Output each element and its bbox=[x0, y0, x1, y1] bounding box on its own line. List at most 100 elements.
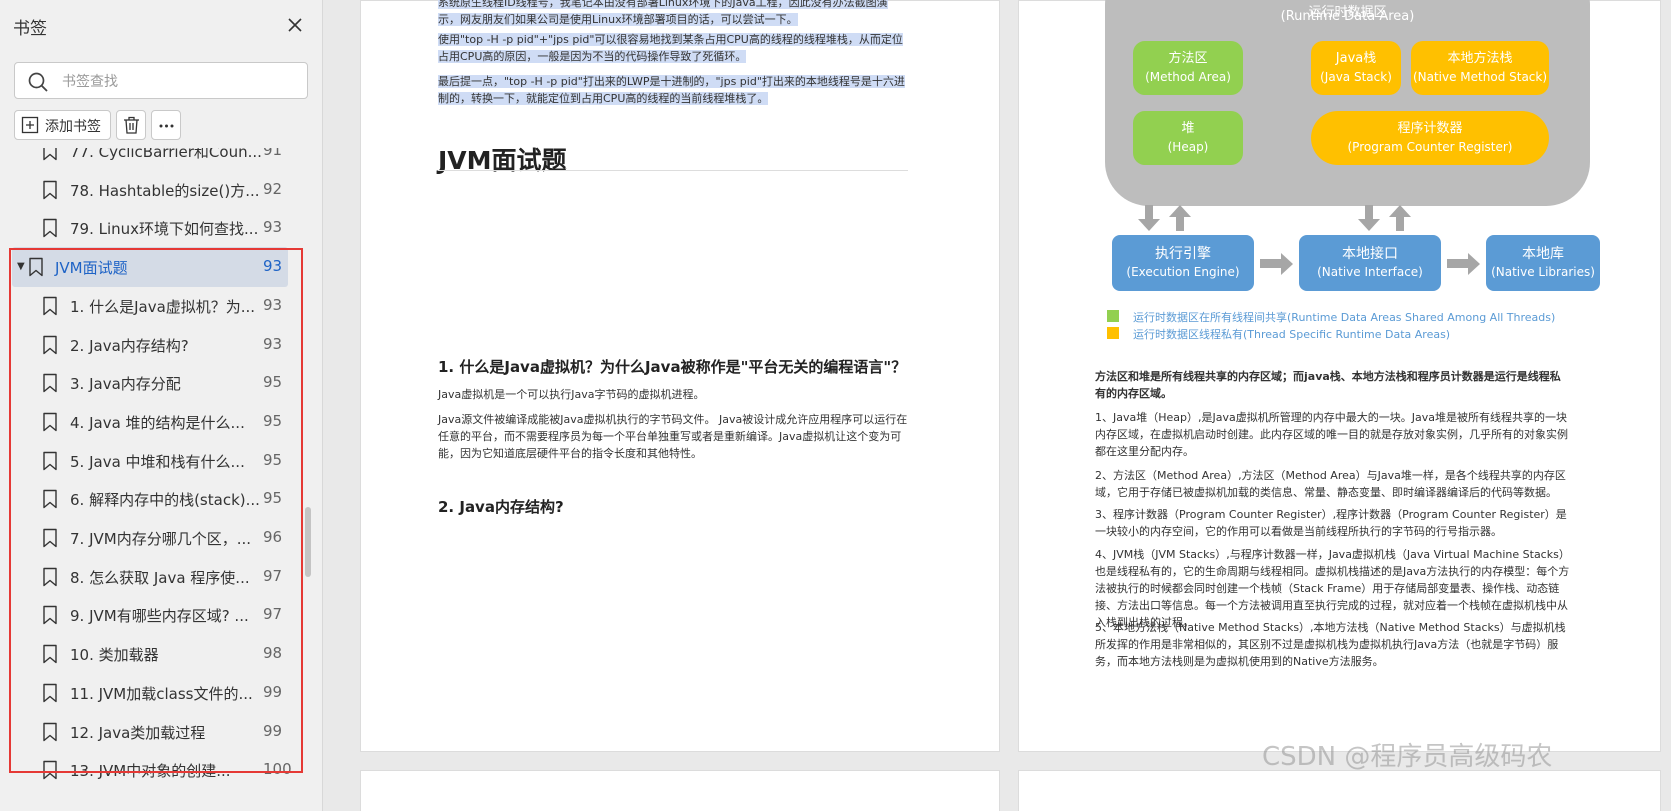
paragraph: 最后提一点，"top -H -p pid"打出来的LWP是十进制的，"jps p… bbox=[438, 75, 905, 105]
bookmark-title: 7. JVM内存分哪几个区，... bbox=[70, 530, 252, 548]
paragraph: 2、方法区（Method Area）,方法区（Method Area）与Java… bbox=[1095, 469, 1566, 499]
bookmark-icon bbox=[42, 373, 58, 393]
arrow-up bbox=[1176, 217, 1184, 231]
bookmark-title: 10. 类加载器 bbox=[70, 646, 159, 665]
bookmark-item[interactable]: 78. Hashtable的size()方... 92 bbox=[0, 170, 310, 210]
bookmark-icon bbox=[42, 335, 58, 355]
paragraph: Java虚拟机是一个可以执行Java字节码的虚拟机进程。 bbox=[438, 388, 705, 401]
arrow-up-head bbox=[1169, 205, 1191, 217]
bookmark-page: 96 bbox=[263, 528, 283, 546]
arrow-right bbox=[1447, 259, 1469, 268]
area-title-en: (Runtime Data Area) bbox=[1280, 9, 1415, 24]
bookmark-title: JVM面试题 bbox=[55, 259, 128, 278]
add-bookmark-label: 添加书签 bbox=[45, 119, 101, 135]
expand-arrow-icon[interactable]: ▼ bbox=[17, 261, 25, 272]
arrow-up bbox=[1396, 217, 1404, 231]
bookmark-item[interactable]: 13. JVM中对象的创建... 100 bbox=[0, 750, 310, 790]
bookmark-title: 5. Java 中堆和栈有什么... bbox=[70, 452, 245, 471]
panel-title: 书签 bbox=[13, 19, 47, 39]
paragraph: Java源文件被编译成能被Java虚拟机执行的字节码文件。 Java被设计成允许… bbox=[438, 413, 908, 460]
runtime-data-area: 运行时数据区 (Runtime Data Area) bbox=[1105, 0, 1590, 206]
sidebar-scrollbar[interactable] bbox=[305, 507, 311, 577]
bookmark-item[interactable]: 77. CyclicBarrier和Coun... 91 bbox=[0, 148, 310, 171]
summary-paragraph: 方法区和堆是所有线程共享的内存区域；而java栈、本地方法栈和程序员计数器是运行… bbox=[1095, 370, 1561, 400]
bookmark-item[interactable]: 3. Java内存分配 95 bbox=[0, 363, 310, 403]
bookmark-page: 98 bbox=[263, 644, 283, 663]
bookmark-icon bbox=[42, 567, 58, 587]
bookmark-page: 99 bbox=[263, 721, 283, 740]
close-icon[interactable] bbox=[284, 14, 306, 36]
bookmark-item[interactable]: 4. Java 堆的结构是什么... 95 bbox=[0, 402, 310, 442]
bookmark-title: 78. Hashtable的size()方... bbox=[70, 181, 260, 200]
bookmark-item[interactable]: 79. Linux环境下如何查找... 93 bbox=[0, 208, 310, 248]
paragraph: 使用"top -H -p pid"+"jps pid"可以很容易地找到某条占用C… bbox=[438, 33, 903, 63]
bookmark-icon bbox=[42, 412, 58, 432]
bookmark-title: 8. 怎么获取 Java 程序使... bbox=[70, 568, 250, 587]
bookmark-item[interactable]: 10. 类加载器 98 bbox=[0, 634, 310, 674]
bookmark-page: 95 bbox=[263, 411, 283, 430]
bookmark-title: 6. 解释内存中的栈(stack)... bbox=[70, 491, 260, 510]
bookmark-page: 97 bbox=[263, 605, 283, 624]
delete-bookmark-button[interactable] bbox=[116, 110, 146, 140]
arrow-down bbox=[1145, 205, 1153, 219]
paragraph: 3、程序计数器（Program Counter Register）,程序计数器（… bbox=[1095, 508, 1567, 538]
bookmark-icon bbox=[42, 296, 58, 316]
watermark: CSDN @程序员高级码农 bbox=[1262, 742, 1553, 772]
bookmark-page: 92 bbox=[263, 179, 283, 198]
bookmark-icon bbox=[42, 489, 58, 509]
bookmark-page: 93 bbox=[263, 295, 283, 314]
bookmark-icon bbox=[42, 722, 58, 742]
bookmark-item[interactable]: 1. 什么是Java虚拟机？为... 93 bbox=[0, 286, 310, 326]
bookmark-page: 99 bbox=[263, 682, 283, 701]
bookmark-icon bbox=[42, 605, 58, 625]
bookmark-icon bbox=[28, 257, 44, 277]
bookmark-item[interactable]: 5. Java 中堆和栈有什么... 95 bbox=[0, 441, 310, 481]
bookmark-icon bbox=[42, 180, 58, 200]
arrow-right-head bbox=[1468, 253, 1480, 275]
legend-swatch-shared bbox=[1107, 310, 1119, 322]
native-libraries-box: 本地库 (Native Libraries) bbox=[1486, 235, 1600, 291]
bookmark-item[interactable]: 6. 解释内存中的栈(stack)... 95 bbox=[0, 479, 310, 519]
bookmark-title: 13. JVM中对象的创建... bbox=[70, 762, 231, 781]
arrow-up-head bbox=[1389, 205, 1411, 217]
more-icon bbox=[157, 115, 176, 135]
bookmark-search-box[interactable] bbox=[14, 62, 308, 99]
more-options-button[interactable] bbox=[151, 110, 181, 140]
bookmark-page: 100 bbox=[263, 760, 292, 779]
add-bookmark-icon bbox=[21, 116, 39, 134]
bookmark-title: 4. Java 堆的结构是什么... bbox=[70, 413, 245, 432]
paragraph: 系统原生线程ID线程号，我笔记本由没有部署Linux环境下的Java工程，因此没… bbox=[438, 0, 908, 28]
native-method-stack-box: 本地方法栈 (Native Method Stack) bbox=[1411, 41, 1549, 95]
bookmark-panel: 书签 添加书签 77. CyclicBarrier和Coun...9178. H… bbox=[0, 0, 323, 811]
trash-icon bbox=[122, 115, 141, 135]
bookmark-item[interactable]: 2. Java内存结构? 93 bbox=[0, 325, 310, 365]
bookmark-page: 91 bbox=[263, 148, 283, 159]
bookmark-page: 93 bbox=[263, 257, 283, 276]
legend-swatch-private bbox=[1107, 327, 1119, 339]
bookmark-page: 93 bbox=[263, 218, 283, 237]
arrow-down bbox=[1365, 205, 1373, 219]
bookmark-title: 11. JVM加载class文件的... bbox=[70, 684, 253, 703]
native-interface-box: 本地接口 (Native Interface) bbox=[1299, 235, 1441, 291]
document-page-left: 系统原生线程ID线程号，我笔记本由没有部署Linux环境下的Java工程，因此没… bbox=[360, 0, 1000, 752]
add-bookmark-button[interactable]: 添加书签 bbox=[14, 110, 111, 140]
arrow-right bbox=[1260, 259, 1282, 268]
search-icon bbox=[27, 71, 49, 93]
bookmark-page: 95 bbox=[263, 489, 283, 508]
bookmark-item[interactable]: 7. JVM内存分哪几个区，... 96 bbox=[0, 518, 310, 558]
bookmark-item[interactable]: 12. Java类加载过程 99 bbox=[0, 712, 310, 752]
question-title: 2. Java内存结构? bbox=[438, 498, 564, 516]
bookmark-title: 79. Linux环境下如何查找... bbox=[70, 220, 259, 239]
bookmark-search-input[interactable] bbox=[60, 69, 299, 95]
method-area-box: 方法区 (Method Area) bbox=[1133, 41, 1243, 95]
bookmark-page: 95 bbox=[263, 450, 283, 469]
bookmark-title: 3. Java内存分配 bbox=[70, 375, 181, 394]
bookmark-item-jvm-section[interactable]: ▼ JVM面试题 93 bbox=[12, 247, 288, 288]
bookmark-item[interactable]: 9. JVM有哪些内存区域? ... 97 bbox=[0, 595, 310, 635]
bookmark-item[interactable]: 11. JVM加载class文件的... 99 bbox=[0, 673, 310, 713]
java-stack-box: Java栈 (Java Stack) bbox=[1311, 41, 1401, 95]
bookmark-icon bbox=[42, 218, 58, 238]
bookmark-item[interactable]: 8. 怎么获取 Java 程序使... 97 bbox=[0, 557, 310, 597]
bookmark-page: 95 bbox=[263, 373, 283, 392]
legend-shared: 运行时数据区在所有线程间共享(Runtime Data Areas Shared… bbox=[1133, 311, 1556, 324]
